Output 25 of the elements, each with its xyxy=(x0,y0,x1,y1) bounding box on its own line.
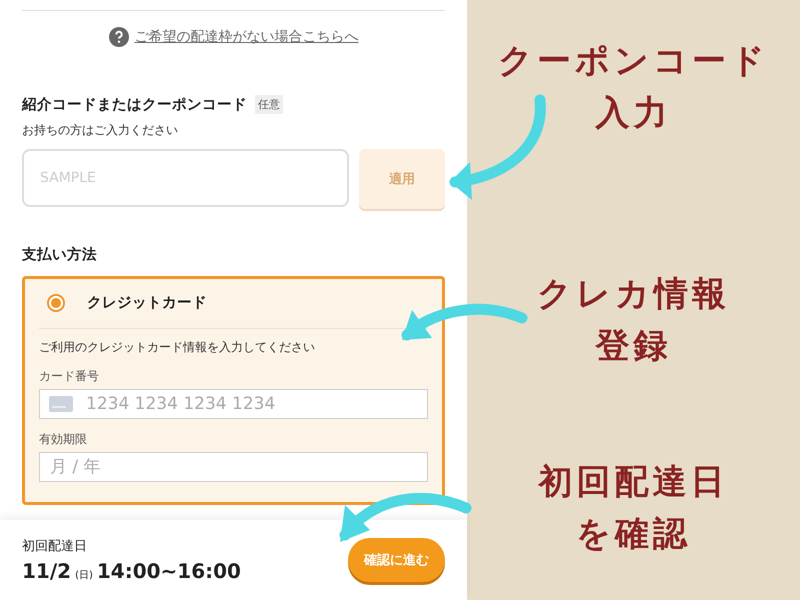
annotation-text: 入力 xyxy=(596,92,672,135)
annotation-text: クレカ情報 xyxy=(537,273,730,316)
delivery-time: 14:00~16:00 xyxy=(96,559,241,583)
weekday: (日) xyxy=(75,569,93,582)
instruction-text: ご利用のクレジットカード情報を入力してください xyxy=(39,339,316,356)
delivery-label: 初回配達日 xyxy=(22,538,88,555)
hint-text: お持ちの方はご入力ください xyxy=(22,122,179,139)
annotation-text: 登録 xyxy=(596,325,672,368)
help-icon xyxy=(108,27,128,47)
delivery-date: 11/2 xyxy=(22,559,72,583)
card-icon xyxy=(49,396,73,412)
expiry-field[interactable]: 月 / 年 xyxy=(39,452,428,482)
confirm-button[interactable]: 確認に進む xyxy=(348,538,445,582)
card-number-field[interactable]: 1234 1234 1234 1234 xyxy=(39,389,428,419)
annotation-text: を確認 xyxy=(576,513,691,556)
method-label: クレジットカード xyxy=(87,294,207,312)
field-label: カード番号 xyxy=(39,368,100,385)
optional-badge: 任意 xyxy=(255,95,283,114)
field-label: 有効期限 xyxy=(39,431,88,448)
annotation-text: クーポンコード xyxy=(498,40,769,83)
section-title: 紹介コードまたはクーポンコード xyxy=(22,96,247,114)
annotation-text: 初回配達日 xyxy=(538,461,728,504)
section-title: 支払い方法 xyxy=(22,245,98,264)
radio-button[interactable] xyxy=(47,294,65,312)
help-link[interactable]: ご希望の配達枠がない場合こちらへ xyxy=(134,28,358,46)
